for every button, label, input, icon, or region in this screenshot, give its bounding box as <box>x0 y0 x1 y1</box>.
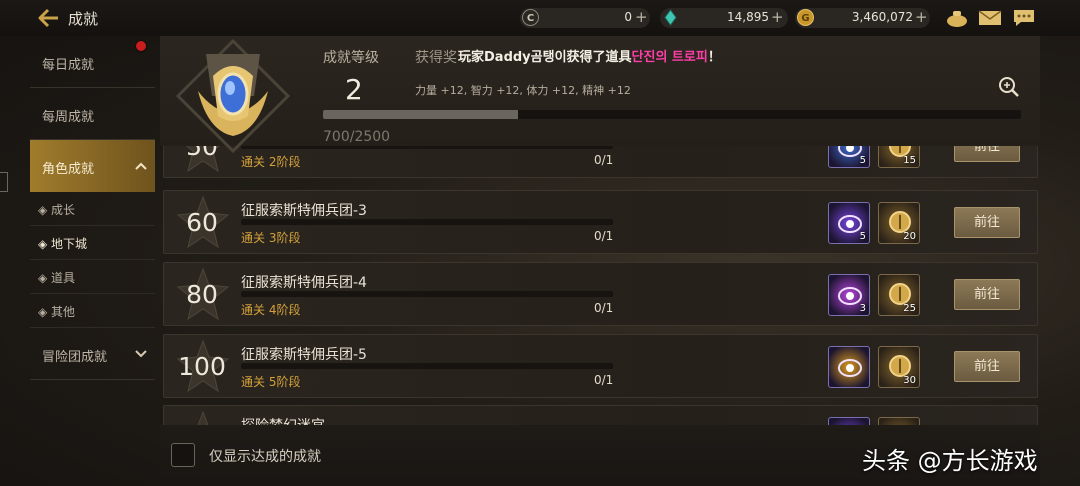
achievement-medal-icon <box>175 38 291 154</box>
sidebar-subitem-dungeon[interactable]: ◈ 地下城 <box>30 226 155 260</box>
reward-quantity: 30 <box>903 375 916 386</box>
show-completed-label: 仅显示达成的成就 <box>209 449 321 465</box>
currency-crystal-value: 14,895 <box>727 10 769 24</box>
achievement-count: 0/1 <box>594 301 614 315</box>
reward-quantity: 5 <box>859 155 866 166</box>
page-title: 成就 <box>68 10 99 28</box>
currency-c-value: 0 <box>624 10 632 24</box>
achievement-count: 0/1 <box>594 373 614 387</box>
required-level: 60 <box>186 208 218 237</box>
reward-label: 获得奖 <box>415 50 457 66</box>
achievement-count: 0/1 <box>594 229 614 243</box>
sidebar-subitem-items[interactable]: ◈ 道具 <box>30 260 155 294</box>
achievement-condition: 通关 3阶段 <box>241 231 301 245</box>
achievement-level-progress-bar <box>323 110 1021 119</box>
back-arrow-icon[interactable] <box>38 8 60 28</box>
currency-crystal-add-button[interactable]: + <box>771 8 784 26</box>
achievement-title: 征服索斯特佣兵团-4 <box>241 275 367 291</box>
achievement-row: 60 征服索斯特佣兵团-3 通关 3阶段 0/1 5 20 前往 <box>163 190 1038 254</box>
notice-text: 玩家Daddy곰탱이获得了道具 <box>458 50 632 65</box>
go-button[interactable]: 前往 <box>954 279 1020 310</box>
show-completed-checkbox[interactable] <box>171 443 195 467</box>
sidebar: 每日成就 每周成就 角色成就 ◈ 成长 ◈ 地下城 ◈ 道具 ◈ 其他 冒险团成… <box>30 36 155 380</box>
mail-icon[interactable] <box>978 8 1002 28</box>
chevron-down-icon <box>135 350 147 358</box>
sidebar-subitem-other[interactable]: ◈ 其他 <box>30 294 155 328</box>
chevron-up-icon <box>135 162 147 170</box>
collapse-handle[interactable] <box>0 172 8 192</box>
achievement-row: 100 征服索斯特佣兵团-5 通关 5阶段 0/1 30 前往 <box>163 334 1038 398</box>
reward-item-1[interactable] <box>828 346 870 388</box>
sidebar-item-character[interactable]: 角色成就 <box>30 140 155 192</box>
chat-icon[interactable] <box>1012 8 1036 28</box>
reward-quantity: 5 <box>859 231 866 242</box>
zoom-in-icon[interactable] <box>998 76 1020 98</box>
achievement-row: 80 征服索斯特佣兵团-4 通关 4阶段 0/1 3 25 前往 <box>163 262 1038 326</box>
achievement-progress-bar <box>241 363 613 369</box>
currency-gold-add-button[interactable]: + <box>915 8 928 26</box>
reward-item-1[interactable]: 5 <box>828 202 870 244</box>
reward-quantity: 15 <box>903 155 916 166</box>
go-button[interactable]: 前往 <box>954 351 1020 382</box>
level-stats: 力量 +12, 智力 +12, 体力 +12, 精神 +12 <box>415 84 631 97</box>
achievement-count: 0/1 <box>594 153 614 167</box>
reward-item-2[interactable]: 25 <box>878 274 920 316</box>
achievement-title: 征服索斯特佣兵团-5 <box>241 347 367 363</box>
progress-fill <box>323 110 519 119</box>
reward-quantity: 25 <box>903 303 916 314</box>
achievement-level-progress-text: 700/2500 <box>323 129 391 145</box>
reward-quantity: 3 <box>859 303 866 314</box>
currency-gold-value: 3,460,072 <box>851 10 913 24</box>
notification-dot <box>136 41 146 51</box>
sidebar-subitem-growth[interactable]: ◈ 成长 <box>30 192 155 226</box>
gold-icon: G <box>797 9 814 26</box>
orb-icon <box>838 359 862 377</box>
required-level: 100 <box>178 352 226 381</box>
crystal-icon <box>664 9 677 26</box>
go-button[interactable]: 前往 <box>954 207 1020 238</box>
system-notice: 玩家Daddy곰탱이获得了道具단진의 트로피！ <box>458 46 721 65</box>
reward-item-2[interactable]: 30 <box>878 346 920 388</box>
achievement-progress-bar <box>241 291 613 297</box>
required-level: 80 <box>186 280 218 309</box>
sidebar-item-label: 角色成就 <box>42 162 95 177</box>
achievement-level-label: 成就等级 <box>323 50 379 66</box>
notice-suffix: ！ <box>707 50 721 65</box>
sidebar-item-label: 冒险团成就 <box>42 350 108 365</box>
sidebar-item-adventure[interactable]: 冒险团成就 <box>30 328 155 380</box>
achievement-progress-bar <box>241 219 613 225</box>
watermark: 头条 @方长游戏 <box>862 447 1038 475</box>
money-bag-icon[interactable] <box>945 8 969 28</box>
achievement-title: 征服索斯特佣兵团-3 <box>241 203 367 219</box>
sidebar-item-weekly[interactable]: 每周成就 <box>30 88 155 140</box>
reward-quantity: 20 <box>903 231 916 242</box>
reward-item-1[interactable]: 3 <box>828 274 870 316</box>
c-coin-icon: C <box>522 9 539 26</box>
reward-item-2[interactable]: 20 <box>878 202 920 244</box>
notice-item-name: 단진의 트로피 <box>631 50 708 65</box>
achievement-level-value: 2 <box>345 73 363 106</box>
achievement-condition: 通关 4阶段 <box>241 303 301 317</box>
currency-c-add-button[interactable]: + <box>635 8 648 26</box>
sidebar-item-label: 每日成就 <box>42 58 95 73</box>
achievement-condition: 通关 5阶段 <box>241 375 301 389</box>
sidebar-item-label: 每周成就 <box>42 110 95 125</box>
